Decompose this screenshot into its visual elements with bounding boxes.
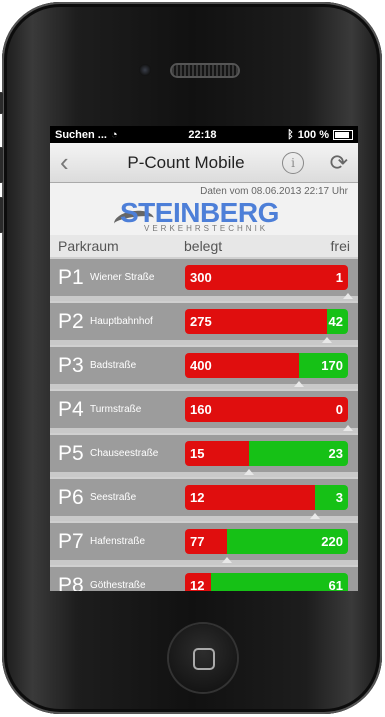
logo-area: Daten vom 08.06.2013 22:17 Uhr STEINBERG… bbox=[50, 183, 358, 235]
frei-value: 1 bbox=[335, 270, 343, 285]
status-bar: Suchen ... ◔ 22:18 ᛒ 100 % bbox=[50, 126, 358, 143]
belegt-value: 400 bbox=[190, 358, 212, 373]
data-timestamp: Daten vom 08.06.2013 22:17 Uhr bbox=[200, 186, 348, 197]
occupancy-bar: 15 23 bbox=[185, 441, 348, 466]
parking-name: Hauptbahnhof bbox=[90, 316, 153, 327]
fill-marker bbox=[294, 381, 305, 387]
parking-row[interactable]: P6 Seestraße 12 3 bbox=[50, 477, 358, 519]
occupancy-bar: 275 42 bbox=[185, 309, 348, 334]
free-fill bbox=[347, 265, 348, 290]
parking-name: Badstraße bbox=[90, 360, 137, 371]
belegt-value: 275 bbox=[190, 314, 212, 329]
parking-id: P4 bbox=[58, 397, 84, 421]
fill-marker bbox=[321, 337, 332, 343]
parking-id: P6 bbox=[58, 485, 84, 509]
parking-id: P1 bbox=[58, 265, 84, 289]
mute-switch bbox=[0, 92, 3, 114]
parking-name: Seestraße bbox=[90, 492, 137, 503]
parking-row[interactable]: P7 Hafenstraße 77 220 bbox=[50, 521, 358, 563]
fill-marker bbox=[342, 293, 353, 299]
parking-row[interactable]: P5 Chauseestraße 15 23 bbox=[50, 433, 358, 475]
fill-marker bbox=[222, 557, 233, 563]
column-parkraum: Parkraum bbox=[58, 238, 119, 254]
frei-value: 42 bbox=[328, 314, 343, 329]
wifi-icon: ◔ bbox=[110, 128, 118, 141]
frei-value: 0 bbox=[335, 402, 343, 417]
occupancy-bar: 300 1 bbox=[185, 265, 348, 290]
refresh-icon[interactable]: ⟳ bbox=[326, 150, 348, 176]
bluetooth-icon: ᛒ bbox=[287, 128, 294, 141]
steinberg-logo: STEINBERG VERKEHRSTECHNIK bbox=[112, 197, 320, 237]
occupied-fill bbox=[185, 485, 316, 510]
parking-id: P2 bbox=[58, 309, 84, 333]
free-fill bbox=[211, 573, 348, 591]
occupancy-bar: 160 0 bbox=[185, 397, 348, 422]
occupancy-bar: 12 61 bbox=[185, 573, 348, 591]
parking-name: Turmstraße bbox=[90, 404, 142, 415]
belegt-value: 12 bbox=[190, 490, 205, 505]
belegt-value: 77 bbox=[190, 534, 205, 549]
parking-row[interactable]: P2 Hauptbahnhof 275 42 bbox=[50, 301, 358, 343]
parking-name: Wiener Straße bbox=[90, 272, 155, 283]
volume-up-button bbox=[0, 147, 3, 183]
carrier-label: Suchen ... bbox=[55, 128, 107, 141]
belegt-value: 15 bbox=[190, 446, 205, 461]
battery-percent: 100 % bbox=[297, 128, 329, 141]
home-square-icon bbox=[193, 648, 215, 670]
parking-id: P3 bbox=[58, 353, 84, 377]
parking-row[interactable]: P1 Wiener Straße 300 1 bbox=[50, 257, 358, 299]
parking-row[interactable]: P3 Badstraße 400 170 bbox=[50, 345, 358, 387]
parking-id: P7 bbox=[58, 529, 84, 553]
frei-value: 3 bbox=[335, 490, 343, 505]
app-screen: Suchen ... ◔ 22:18 ᛒ 100 % ‹ P-Count Mob… bbox=[50, 126, 358, 591]
parking-list: P1 Wiener Straße 300 1 P2 Hauptbahnhof 275 42 P3… bbox=[50, 257, 358, 591]
info-icon[interactable]: i bbox=[282, 151, 304, 174]
belegt-value: 300 bbox=[190, 270, 212, 285]
fill-marker bbox=[310, 513, 321, 519]
frei-value: 220 bbox=[321, 534, 343, 549]
home-button[interactable] bbox=[169, 624, 237, 692]
occupancy-bar: 12 3 bbox=[185, 485, 348, 510]
volume-down-button bbox=[0, 197, 3, 233]
parking-id: P8 bbox=[58, 573, 84, 592]
parking-row[interactable]: P4 Turmstraße 160 0 bbox=[50, 389, 358, 431]
fill-marker bbox=[343, 425, 353, 431]
occupancy-bar: 77 220 bbox=[185, 529, 348, 554]
occupancy-bar: 400 170 bbox=[185, 353, 348, 378]
belegt-value: 12 bbox=[190, 578, 205, 591]
logo-subtext: VERKEHRSTECHNIK bbox=[144, 224, 269, 233]
free-fill bbox=[315, 485, 348, 510]
parking-name: Göthestraße bbox=[90, 580, 146, 591]
earpiece-speaker bbox=[172, 65, 238, 76]
frei-value: 61 bbox=[328, 578, 343, 591]
parking-id: P5 bbox=[58, 441, 84, 465]
app-title: P-Count Mobile bbox=[127, 152, 245, 172]
column-frei: frei bbox=[330, 238, 350, 254]
clock: 22:18 bbox=[188, 128, 217, 141]
column-belegt: belegt bbox=[184, 238, 223, 254]
frei-value: 23 bbox=[328, 446, 343, 461]
parking-row[interactable]: P8 Göthestraße 12 61 bbox=[50, 565, 358, 591]
front-camera bbox=[139, 64, 151, 76]
parking-name: Hafenstraße bbox=[90, 536, 146, 547]
frei-value: 170 bbox=[321, 358, 343, 373]
column-header: Parkraum belegt frei bbox=[50, 235, 358, 257]
chevron-left-icon[interactable]: ‹ bbox=[60, 147, 90, 178]
belegt-value: 160 bbox=[190, 402, 212, 417]
battery-icon bbox=[332, 129, 353, 140]
parking-name: Chauseestraße bbox=[90, 448, 159, 459]
nav-bar: ‹ P-Count Mobile i ⟳ bbox=[50, 143, 358, 183]
fill-marker bbox=[243, 469, 254, 475]
